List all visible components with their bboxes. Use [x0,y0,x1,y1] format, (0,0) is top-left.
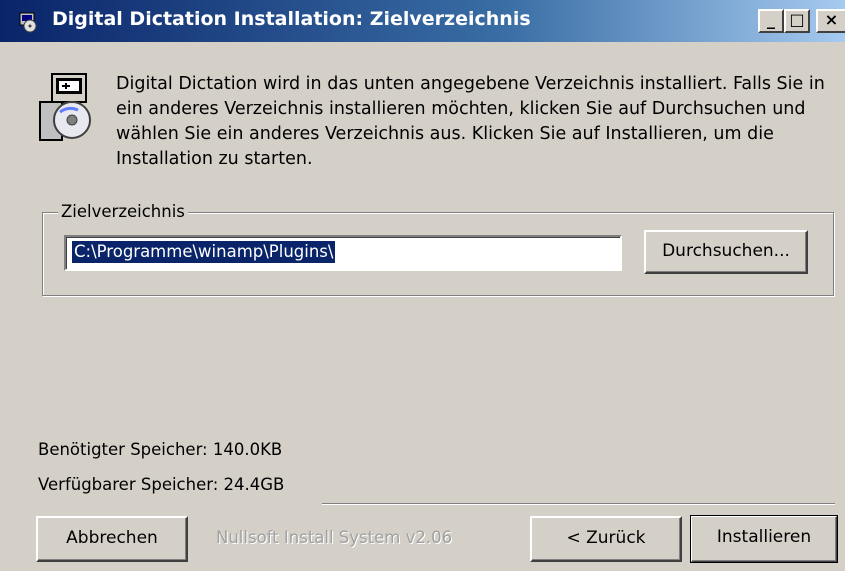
branding-text: Nullsoft Install System v2.06 [216,528,453,547]
window-title: Digital Dictation Installation: Zielverz… [52,8,531,30]
intro-text: Digital Dictation wird in das unten ange… [116,74,825,169]
space-required-text: Benötigter Speicher: 140.0KB [38,440,283,459]
footer-separator [322,503,835,505]
installer-icon [19,12,37,33]
space-available-text: Verfügbarer Speicher: 24.4GB [38,475,285,494]
installer-box-icon [39,73,91,141]
minimize-button[interactable]: _ [758,9,784,33]
browse-button[interactable]: Durchsuchen... [644,230,808,274]
maximize-button[interactable]: □ [784,9,810,33]
install-button[interactable]: Installieren [690,515,838,563]
close-button[interactable]: × [816,9,845,33]
back-button[interactable]: < Zurück [530,516,682,562]
title-bar[interactable]: Digital Dictation Installation: Zielverz… [0,0,845,44]
cancel-button[interactable]: Abbrechen [36,516,188,562]
destination-path-input[interactable]: C:\Programme\winamp\Plugins\ [64,235,622,271]
destination-group-label: Zielverzeichnis [58,201,188,223]
destination-path-value: C:\Programme\winamp\Plugins\ [72,241,336,263]
